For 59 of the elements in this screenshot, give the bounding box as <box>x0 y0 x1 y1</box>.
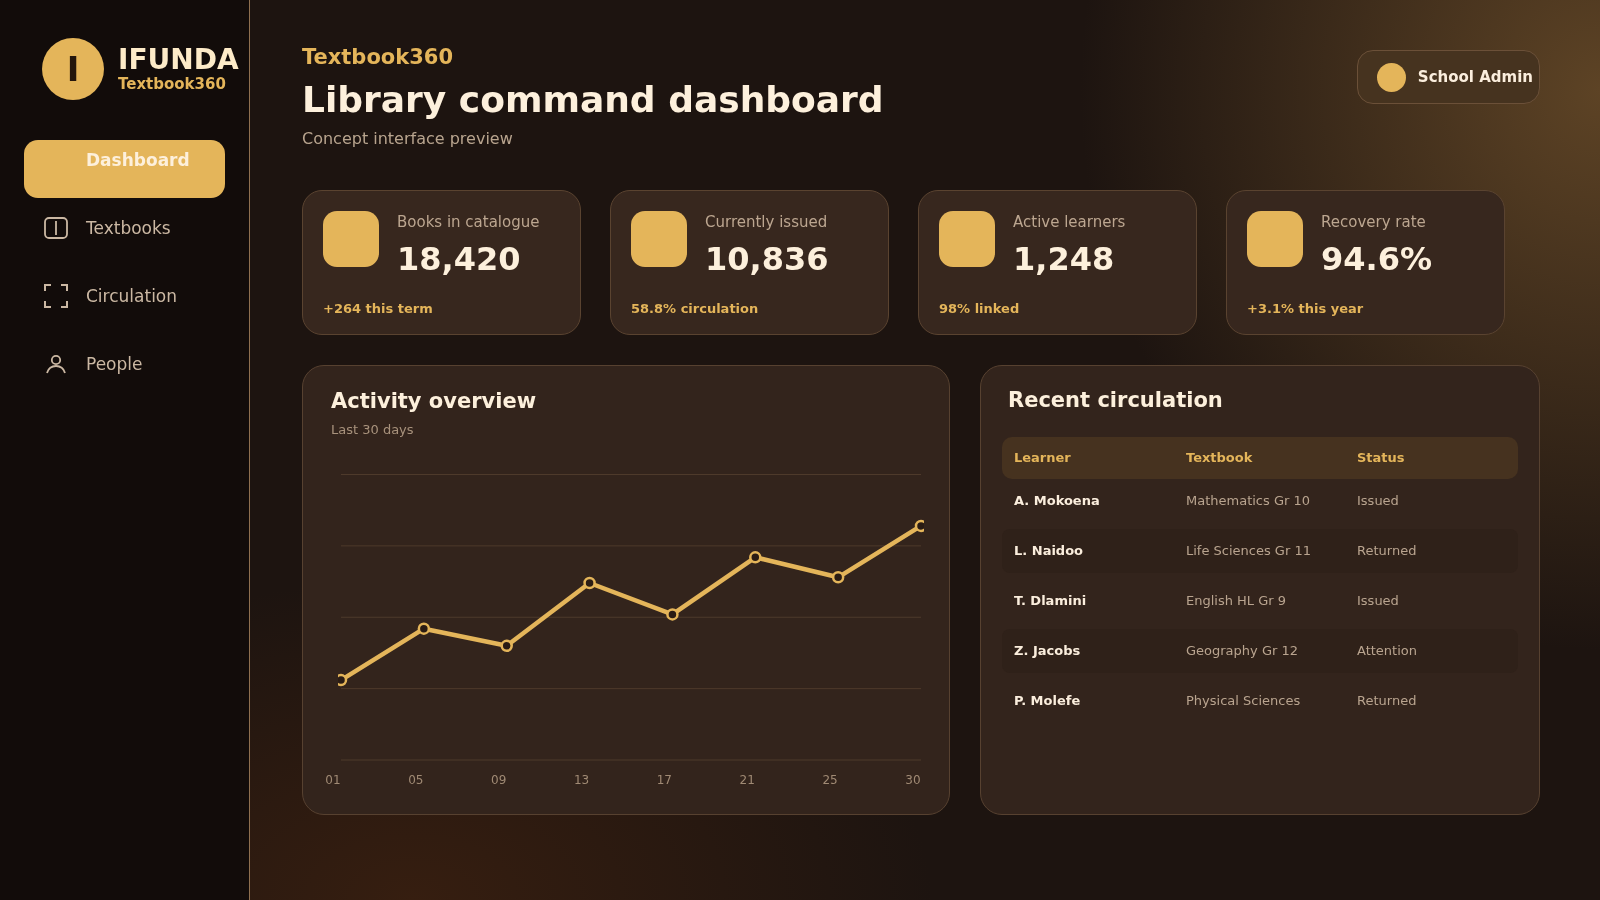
stat-value: 18,420 <box>397 240 521 278</box>
table-cell: Mathematics Gr 10 <box>1186 492 1310 510</box>
panel-subtitle: Last 30 days <box>331 421 414 439</box>
stat-label: Active learners <box>1013 212 1126 232</box>
panel-title: Recent circulation <box>1008 387 1223 414</box>
column-header: Learner <box>1014 449 1071 467</box>
avatar-icon <box>1376 62 1406 92</box>
table-cell: Physical Sciences <box>1186 692 1301 710</box>
stat-value: 94.6% <box>1321 240 1432 278</box>
table-cell: L. Naidoo <box>1014 542 1084 560</box>
table-cell: A. Mokoena <box>1014 492 1100 510</box>
axis-label: 17 <box>655 772 673 788</box>
axis-label: 21 <box>738 772 756 788</box>
tile-icon <box>939 211 995 267</box>
table-cell: Z. Jacobs <box>1014 642 1081 660</box>
axis-label: 01 <box>324 772 342 788</box>
stat-note: 98% linked <box>939 301 1020 317</box>
scan-frame-icon <box>44 284 68 308</box>
table-cell: English HL Gr 9 <box>1186 592 1287 610</box>
page-subtitle: Concept interface preview <box>302 128 513 150</box>
stat-value: 10,836 <box>705 240 829 278</box>
tile-icon <box>323 211 379 267</box>
book-icon <box>44 217 68 239</box>
nav-item[interactable]: Circulation <box>24 276 225 334</box>
stat-label: Currently issued <box>705 212 828 232</box>
axis-label: 25 <box>821 772 839 788</box>
stat-value: 1,248 <box>1013 240 1115 278</box>
table-cell: P. Molefe <box>1014 692 1081 710</box>
stat-note: +264 this term <box>323 301 433 317</box>
column-header: Textbook <box>1186 449 1253 467</box>
stat-label: Recovery rate <box>1321 212 1426 232</box>
axis-label: 30 <box>904 772 922 788</box>
tile-icon <box>1247 211 1303 267</box>
page-eyebrow: Textbook360 <box>302 44 454 70</box>
table-cell: Attention <box>1357 642 1417 660</box>
table-cell: Returned <box>1357 692 1417 710</box>
profile-button[interactable]: School Admin <box>1356 50 1540 104</box>
table-cell: T. Dlamini <box>1014 592 1087 610</box>
axis-label: 09 <box>490 772 508 788</box>
nav-item[interactable]: People <box>24 344 225 402</box>
tile-icon <box>631 211 687 267</box>
logo-mark: I <box>42 38 104 100</box>
axis-label: 05 <box>407 772 425 788</box>
person-icon <box>45 354 67 374</box>
table-cell: Issued <box>1357 492 1399 510</box>
brand-tagline: Textbook360 <box>118 75 226 93</box>
table-cell: Issued <box>1357 592 1399 610</box>
page-title: Library command dashboard <box>302 78 884 122</box>
column-header: Status <box>1357 449 1405 467</box>
table-cell: Returned <box>1357 542 1417 560</box>
nav-item[interactable]: Textbooks <box>24 208 225 266</box>
table-cell: Life Sciences Gr 11 <box>1186 542 1311 560</box>
brand-name: IFUNDA <box>118 45 239 75</box>
stat-label: Books in catalogue <box>397 212 540 232</box>
stat-note: +3.1% this year <box>1247 301 1364 317</box>
axis-label: 13 <box>572 772 591 788</box>
panel-title: Activity overview <box>331 388 537 415</box>
stat-note: 58.8% circulation <box>631 301 759 317</box>
table-cell: Geography Gr 12 <box>1186 642 1298 660</box>
